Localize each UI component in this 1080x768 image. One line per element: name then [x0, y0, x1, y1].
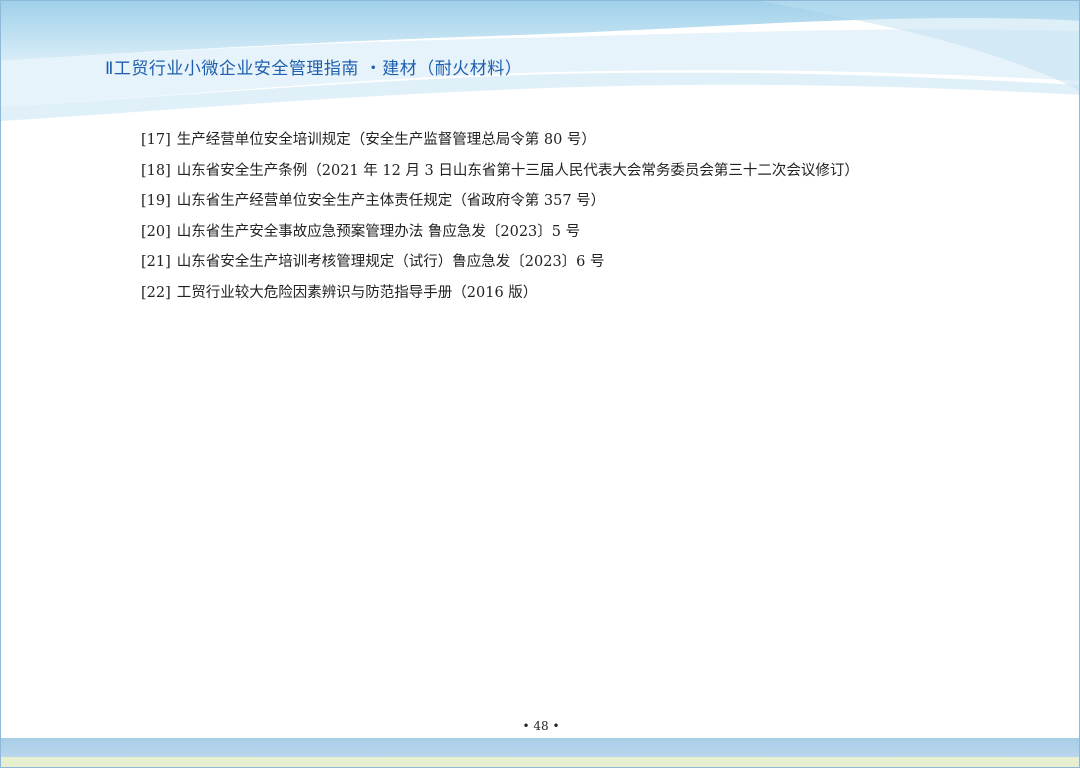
reference-number: [22]	[141, 284, 171, 301]
reference-text: 生产经营单位安全培训规定（安全生产监督管理总局令第 80 号）	[176, 132, 596, 148]
header-title: Ⅱ工贸行业小微企业安全管理指南 ・建材（耐火材料）	[105, 59, 523, 79]
reference-number: [21]	[141, 254, 171, 270]
reference-text: 山东省安全生产培训考核管理规定（试行）鲁应急发〔2023〕6 号	[176, 254, 605, 270]
reference-item: [17] 生产经营单位安全培训规定（安全生产监督管理总局令第 80 号）	[141, 125, 859, 156]
reference-list: [17] 生产经营单位安全培训规定（安全生产监督管理总局令第 80 号） [18]…	[141, 125, 859, 308]
reference-number: [20]	[141, 223, 171, 240]
reference-number: [17]	[141, 132, 171, 148]
footer-line	[1, 757, 1079, 767]
page-frame: Ⅱ工贸行业小微企业安全管理指南 ・建材（耐火材料） [17] 生产经营单位安全培训…	[0, 0, 1080, 768]
reference-item: [18] 山东省安全生产条例（2021 年 12 月 3 日山东省第十三届人民代表…	[141, 156, 859, 187]
page-number: • 48 •	[522, 719, 560, 733]
reference-number: [19]	[141, 193, 171, 209]
reference-item: [19] 山东省生产经营单位安全生产主体责任规定（省政府令第 357 号）	[141, 186, 859, 217]
reference-text: 山东省安全生产条例（2021 年 12 月 3 日山东省第十三届人民代表大会常务…	[176, 162, 859, 179]
reference-text: 山东省生产安全事故应急预案管理办法 鲁应急发〔2023〕5 号	[176, 223, 581, 240]
reference-text: 山东省生产经营单位安全生产主体责任规定（省政府令第 357 号）	[176, 193, 606, 209]
reference-item: [20] 山东省生产安全事故应急预案管理办法 鲁应急发〔2023〕5 号	[141, 217, 859, 248]
reference-text: 工贸行业较大危险因素辨识与防范指导手册（2016 版）	[176, 284, 538, 301]
reference-item: [21] 山东省安全生产培训考核管理规定（试行）鲁应急发〔2023〕6 号	[141, 247, 859, 278]
reference-number: [18]	[141, 162, 171, 179]
reference-item: [22] 工贸行业较大危险因素辨识与防范指导手册（2016 版）	[141, 278, 859, 309]
footer-band	[1, 738, 1079, 757]
